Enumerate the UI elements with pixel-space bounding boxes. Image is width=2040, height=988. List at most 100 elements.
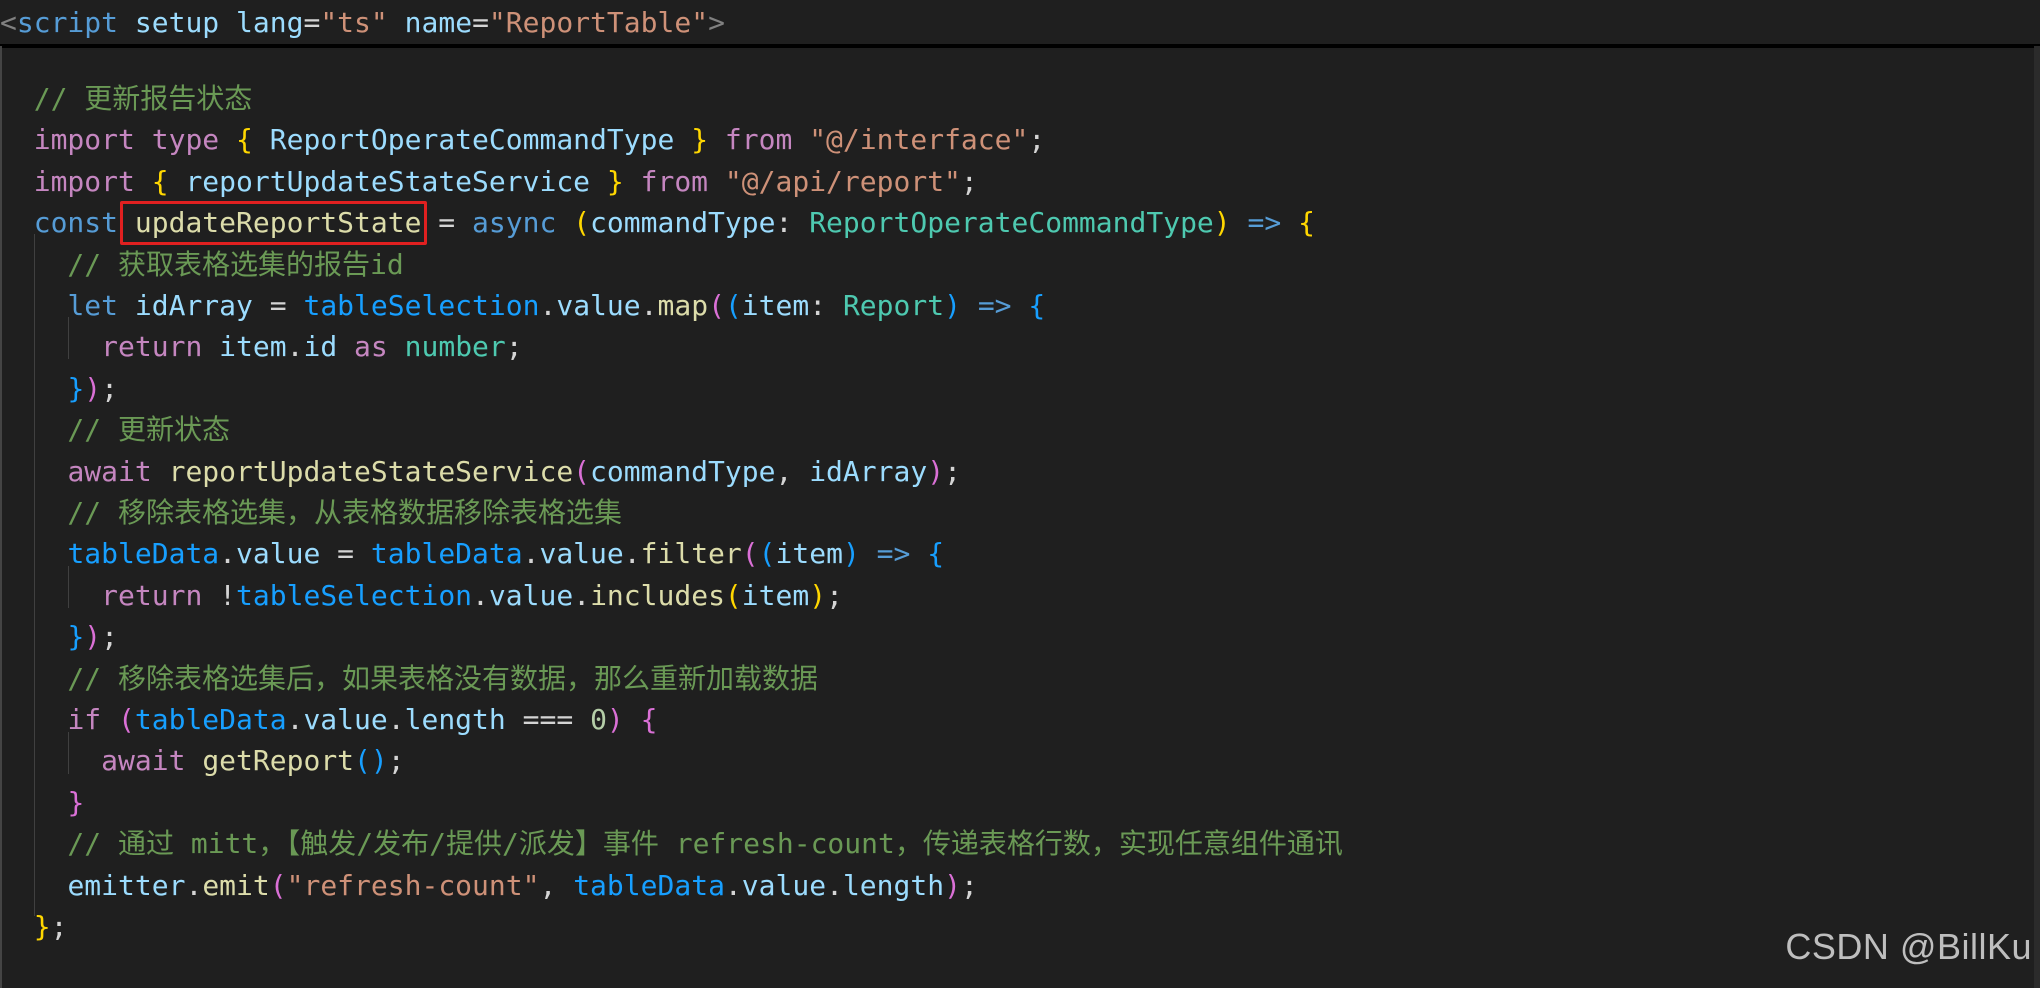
code-token: idArray bbox=[809, 454, 928, 488]
code-token: { bbox=[1298, 206, 1315, 240]
code-line[interactable]: return !tableSelection.value.includes(it… bbox=[0, 576, 843, 616]
code-token: } bbox=[67, 620, 85, 654]
code-line[interactable]: }); bbox=[0, 369, 118, 409]
code-line[interactable]: // 移除表格选集后，如果表格没有数据，那么重新加载数据 bbox=[0, 659, 818, 699]
code-line[interactable]: // 移除表格选集，从表格数据移除表格选集 bbox=[0, 493, 622, 533]
code-token: ( bbox=[269, 868, 287, 902]
code-token: from bbox=[640, 164, 709, 198]
code-token: number bbox=[404, 330, 506, 364]
code-token: type bbox=[151, 123, 220, 157]
code-line[interactable]: if (tableData.value.length === 0) { bbox=[0, 700, 657, 740]
code-editor[interactable]: <script setup lang="ts" name="ReportTabl… bbox=[0, 0, 2040, 988]
watermark: CSDN @BillKu bbox=[1785, 926, 2032, 967]
code-line[interactable]: emitter.emit("refresh-count", tableData.… bbox=[0, 866, 977, 906]
code-line[interactable]: await getReport(); bbox=[0, 741, 405, 781]
code-token: = bbox=[303, 6, 321, 39]
code-token: : bbox=[809, 289, 843, 322]
code-token: "refresh-count" bbox=[286, 868, 540, 902]
code-token: emitter bbox=[67, 868, 186, 902]
code-token: = bbox=[421, 206, 473, 240]
code-token: ; bbox=[1028, 123, 1046, 157]
code-token: tableData bbox=[134, 703, 287, 736]
code-token: ( bbox=[573, 454, 591, 488]
indent-guide-outer bbox=[34, 234, 35, 916]
code-token: from bbox=[724, 123, 793, 157]
code-token: } bbox=[67, 785, 85, 819]
script-tag-code: <script setup lang="ts" name="ReportTabl… bbox=[0, 3, 725, 43]
code-token: reportUpdateStateService bbox=[168, 454, 574, 488]
code-token: reportUpdateStateService bbox=[185, 164, 591, 198]
code-line[interactable]: } bbox=[0, 783, 84, 823]
code-line[interactable]: tableData.value = tableData.value.filter… bbox=[0, 534, 944, 574]
code-token: ; bbox=[50, 910, 68, 943]
code-token: idArray bbox=[134, 289, 253, 322]
code-line[interactable]: // 更新报告状态 bbox=[0, 79, 253, 119]
code-token: import bbox=[33, 123, 135, 157]
code-line[interactable]: return item.id as number; bbox=[0, 327, 522, 367]
code-line[interactable]: let idArray = tableSelection.value.map((… bbox=[0, 286, 1045, 326]
code-token: ; bbox=[387, 744, 405, 778]
code-token: emit bbox=[202, 868, 270, 902]
code-token: . bbox=[472, 578, 489, 612]
code-token: ) bbox=[842, 537, 860, 571]
code-token: => bbox=[977, 289, 1012, 322]
code-line[interactable]: }); bbox=[0, 617, 118, 657]
script-tag-line[interactable]: <script setup lang="ts" name="ReportTabl… bbox=[0, 0, 2040, 46]
code-token: filter bbox=[640, 537, 742, 571]
code-token: . bbox=[640, 289, 658, 322]
code-token: async bbox=[472, 206, 557, 240]
vertical-scrollbar[interactable] bbox=[2034, 46, 2040, 988]
code-line[interactable]: await reportUpdateStateService(commandTy… bbox=[0, 452, 961, 492]
code-token: ; bbox=[101, 620, 119, 654]
code-token: item bbox=[219, 330, 287, 364]
code-token: tableSelection bbox=[303, 289, 540, 322]
code-token: import bbox=[33, 164, 135, 198]
highlight-box bbox=[120, 201, 427, 245]
code-token: length bbox=[842, 868, 945, 902]
code-line[interactable]: // 通过 mitt，【触发/发布/提供/派发】事件 refresh-count… bbox=[0, 824, 1342, 864]
code-token: ( bbox=[741, 537, 759, 571]
indent-guide-map bbox=[68, 317, 69, 359]
code-token: ! bbox=[202, 578, 237, 612]
code-token: value bbox=[556, 289, 641, 322]
code-token: === bbox=[505, 703, 591, 736]
code-line[interactable]: import type { ReportOperateCommandType }… bbox=[0, 120, 1046, 160]
code-token: length bbox=[404, 703, 506, 736]
code-token: // 获取表格选集的报告id bbox=[0, 247, 404, 281]
code-line[interactable]: // 获取表格选集的报告id bbox=[0, 245, 404, 285]
code-token: ) bbox=[944, 868, 961, 902]
code-token: if bbox=[67, 703, 102, 736]
code-token: : bbox=[775, 206, 810, 240]
code-token: map bbox=[657, 289, 709, 322]
code-line[interactable]: import { reportUpdateStateService } from… bbox=[0, 162, 978, 202]
code-token: let bbox=[67, 289, 119, 322]
code-token: ; bbox=[101, 371, 119, 405]
code-token: "@/interface" bbox=[809, 123, 1029, 157]
code-token: // 移除表格选集后，如果表格没有数据，那么重新加载数据 bbox=[0, 661, 819, 695]
code-token: () bbox=[354, 744, 388, 778]
code-token: commandType bbox=[590, 454, 776, 488]
code-token: ; bbox=[944, 454, 961, 488]
